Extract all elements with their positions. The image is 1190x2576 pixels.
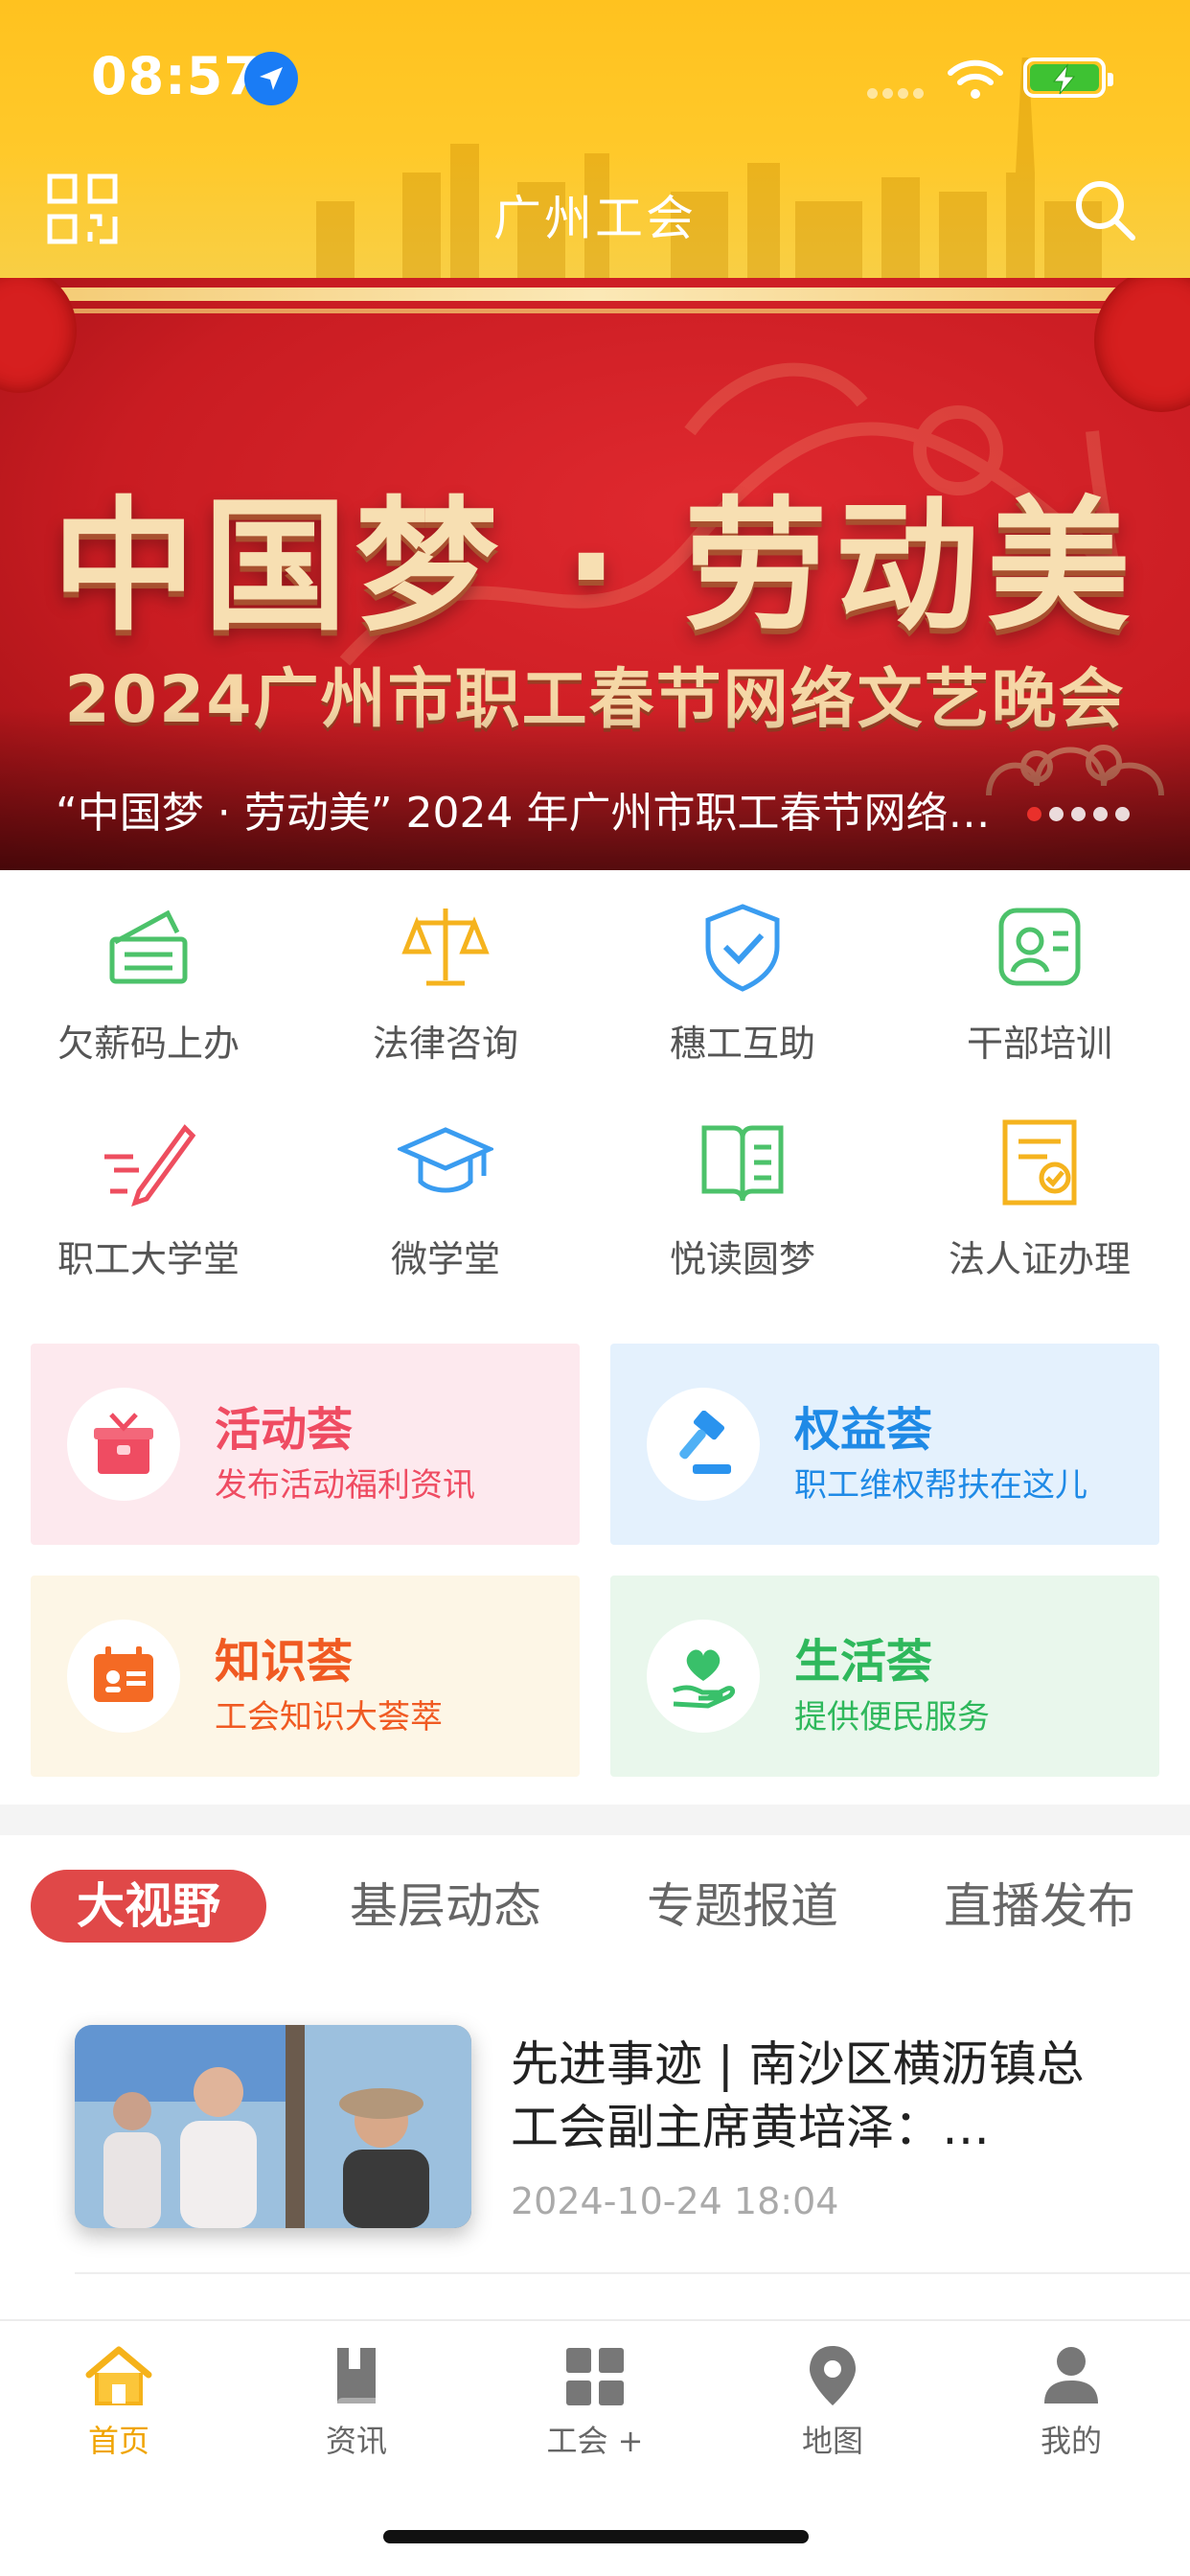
ticket-icon [109, 909, 188, 984]
user-icon [1044, 2347, 1098, 2404]
card-subtitle: 工会知识大荟萃 [215, 1698, 443, 1736]
service-legal-person-cert[interactable]: 法人证办理 [891, 1086, 1188, 1280]
service-micro-class[interactable]: 微学堂 [297, 1086, 594, 1280]
divider [75, 2272, 1190, 2274]
banner-page-indicator [1027, 807, 1137, 825]
page-dot-active [1027, 807, 1041, 821]
signal-dots-icon [867, 84, 928, 103]
page-dot [1093, 807, 1108, 821]
card-title: 知识荟 [215, 1635, 354, 1689]
app-header: 08:57 广州工会 [0, 0, 1190, 278]
home-indicator[interactable] [383, 2530, 809, 2543]
tabbar-label: 工会 + [546, 2423, 644, 2459]
grid-icon [566, 2348, 624, 2405]
news-tabs: 大视野 基层动态 专题报道 直播发布 [0, 1835, 1190, 1969]
card-subtitle: 发布活动福利资讯 [215, 1466, 475, 1505]
news-list-item[interactable]: 先进事迹 | 南沙区横沥镇总工会副主席黄培泽：… 2024-10-24 18:0… [0, 1996, 1190, 2274]
wifi-icon [948, 59, 1003, 99]
tab-special-report[interactable]: 专题报道 [623, 1870, 862, 1943]
shield-check-icon [705, 904, 780, 992]
card-subtitle: 职工维权帮扶在这儿 [794, 1466, 1087, 1505]
service-mutual-aid[interactable]: 穗工互助 [594, 870, 891, 1065]
graduation-cap-icon [398, 1127, 493, 1193]
banner-gold-frame [0, 288, 1190, 301]
tabbar-home[interactable]: 首页 [0, 2344, 238, 2461]
service-cadre-training[interactable]: 干部培训 [891, 870, 1188, 1065]
search-icon[interactable] [1071, 176, 1138, 243]
status-time: 08:57 [91, 46, 261, 106]
service-label: 法律咨询 [372, 1023, 518, 1065]
lantern-left-icon [0, 278, 77, 393]
tab-big-vision[interactable]: 大视野 [31, 1870, 266, 1943]
banner-caption: “中国梦 · 劳动美” 2024 年广州市职工春节网络文艺晚会 [56, 789, 1023, 838]
news-thumbnail [75, 2025, 471, 2228]
news-date: 2024-10-24 18:04 [511, 2180, 839, 2222]
book-icon [337, 2348, 376, 2404]
service-label: 悦读圆梦 [669, 1238, 815, 1280]
service-label: 微学堂 [390, 1238, 500, 1280]
tab-grassroots[interactable]: 基层动态 [326, 1870, 565, 1943]
news-section: 大视野 基层动态 专题报道 直播发布 先进事迹 | 南沙区横沥镇总工会副主席黄培… [0, 1835, 1190, 2319]
service-label: 法人证办理 [948, 1238, 1131, 1280]
card-knowledge[interactable]: 知识荟 工会知识大荟萃 [31, 1576, 580, 1777]
open-book-icon [701, 1125, 784, 1202]
service-worker-university[interactable]: 职工大学堂 [0, 1086, 297, 1280]
service-label: 穗工互助 [669, 1023, 815, 1065]
tabbar-map[interactable]: 地图 [714, 2344, 951, 2461]
gift-icon [67, 1388, 180, 1501]
news-photo-image [75, 2025, 471, 2228]
tabbar-label: 资讯 [325, 2423, 387, 2459]
service-label: 干部培训 [966, 1023, 1112, 1065]
certificate-icon [1002, 1119, 1077, 1206]
gavel-icon [647, 1388, 760, 1501]
card-title: 活动荟 [215, 1403, 354, 1457]
page-dot [1071, 807, 1086, 821]
tabbar-label: 我的 [1040, 2423, 1102, 2459]
tabbar-label: 地图 [801, 2423, 863, 2459]
banner-carousel[interactable]: 中国梦 · 劳动美 2024广州市职工春节网络文艺晚会 “中国梦 · 劳动美” … [0, 278, 1190, 870]
scales-icon [401, 908, 490, 986]
tabbar-profile[interactable]: 我的 [952, 2344, 1190, 2461]
tabbar-news[interactable]: 资讯 [238, 2344, 475, 2461]
service-legal-consult[interactable]: 法律咨询 [297, 870, 594, 1065]
tab-live[interactable]: 直播发布 [920, 1870, 1159, 1943]
page-dot [1115, 807, 1130, 821]
location-arrow-icon [244, 52, 298, 105]
home-icon [85, 2346, 152, 2405]
home-main: 欠薪码上办 法律咨询 穗工互助 干部培训 职工大学堂 微学堂 悦读圆梦 法人证办… [0, 870, 1190, 1805]
card-subtitle: 提供便民服务 [794, 1698, 990, 1736]
service-overdue-wages[interactable]: 欠薪码上办 [0, 870, 297, 1065]
pen-icon [104, 1124, 196, 1207]
banner-headline: 中国梦 · 劳动美 [52, 484, 1138, 651]
card-life[interactable]: 生活荟 提供便民服务 [610, 1576, 1159, 1777]
card-activities[interactable]: 活动荟 发布活动福利资讯 [31, 1344, 580, 1545]
card-rights[interactable]: 权益荟 职工维权帮扶在这儿 [610, 1344, 1159, 1545]
card-title: 权益荟 [794, 1403, 933, 1457]
service-label: 职工大学堂 [57, 1238, 240, 1280]
map-pin-icon [810, 2346, 856, 2405]
tabbar-label: 首页 [87, 2423, 149, 2459]
card-title: 生活荟 [794, 1635, 933, 1689]
banner-gold-line [0, 309, 1190, 313]
news-title: 先进事迹 | 南沙区横沥镇总工会副主席黄培泽：… [511, 2036, 1085, 2155]
battery-charging-icon [1023, 58, 1113, 98]
status-bar: 08:57 [0, 0, 1190, 153]
app-title: 广州工会 [493, 191, 697, 246]
id-card-icon [998, 908, 1081, 986]
page-dot [1049, 807, 1064, 821]
service-reading-dream[interactable]: 悦读圆梦 [594, 1086, 891, 1280]
tabbar-union-plus[interactable]: 工会 + [476, 2344, 714, 2461]
calendar-card-icon [67, 1620, 180, 1733]
service-label: 欠薪码上办 [57, 1023, 240, 1065]
heart-hand-icon [647, 1620, 760, 1733]
